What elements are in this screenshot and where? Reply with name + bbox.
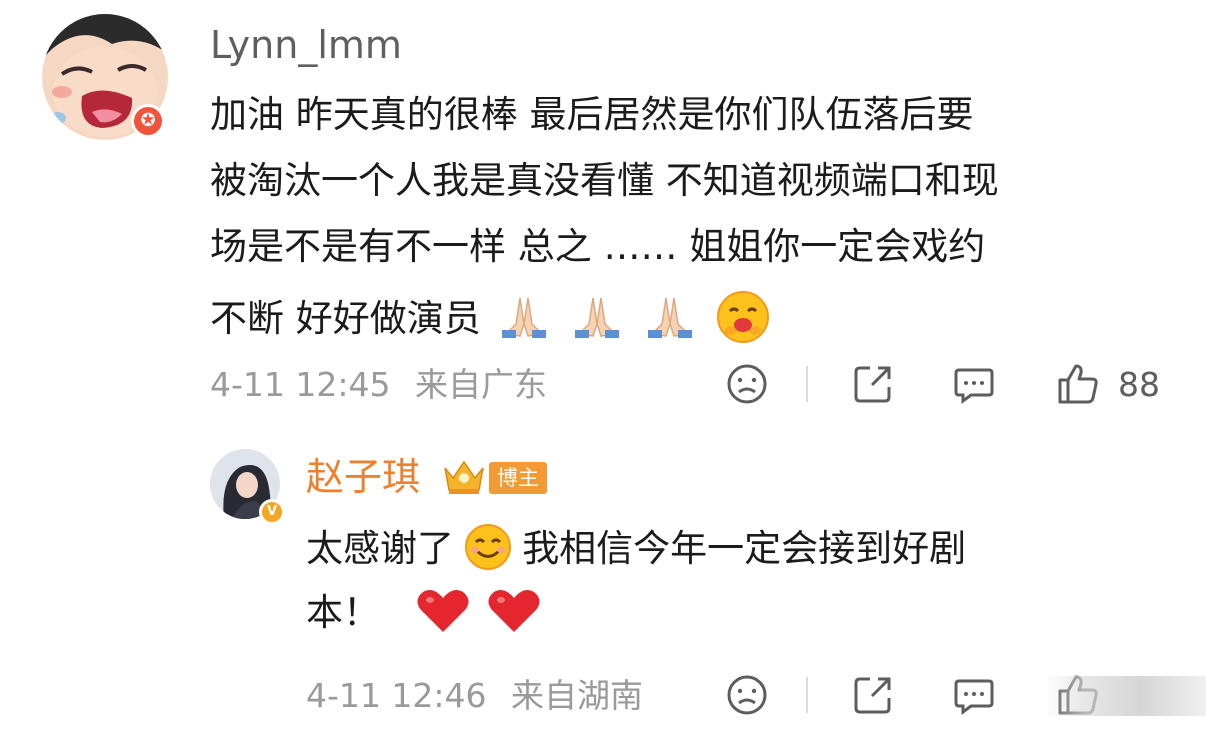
dislike-face-icon[interactable]	[724, 361, 770, 407]
watermark-overlay	[1045, 676, 1206, 716]
pray-emoji	[644, 294, 696, 344]
crown-icon	[441, 456, 487, 496]
verified-badge-icon: V	[259, 499, 285, 525]
comment-location: 来自广东	[415, 365, 547, 404]
reply-text-line-1: 太感谢了	[306, 527, 454, 570]
pray-emoji	[498, 294, 550, 344]
like-count: 88	[1118, 365, 1160, 404]
reply-text-line-1-row: 太感谢了 我相信今年一定会接到好剧	[306, 522, 966, 578]
comment-text-line-2: 被淘汰一个人我是真没看懂 不知道视频端口和现	[210, 159, 999, 202]
red-heart-emoji	[486, 586, 542, 640]
comment-username[interactable]: Lynn_lmm	[210, 22, 402, 68]
red-heart-emoji	[415, 586, 471, 640]
comment-text-line-4-row: 不断 好好做演员	[210, 289, 771, 345]
comment-icon[interactable]	[951, 361, 997, 407]
comment-text-line-1: 加油 昨天真的很棒 最后居然是你们队伍落后要	[210, 93, 974, 136]
comment-date: 4-11 12:45	[210, 365, 391, 404]
reply-text-line-1b: 我相信今年一定会接到好剧	[522, 527, 967, 570]
reply-location: 来自湖南	[511, 676, 643, 715]
dislike-face-icon[interactable]	[724, 672, 770, 718]
share-icon[interactable]	[850, 672, 896, 718]
comment-text-line-4: 不断 好好做演员	[210, 297, 481, 340]
comment-meta: 4-11 12:45 来自广东	[210, 365, 547, 405]
pray-emoji	[571, 294, 623, 344]
reply-meta: 4-11 12:46 来自湖南	[306, 676, 643, 716]
verified-star-badge-icon: ✪	[131, 104, 165, 138]
smiling-face-emoji	[463, 522, 513, 576]
reply-text-line-2-row: 本！	[306, 586, 542, 642]
reply-date: 4-11 12:46	[306, 676, 487, 715]
like-thumb-icon[interactable]	[1055, 361, 1101, 407]
action-divider	[806, 677, 808, 713]
action-divider	[806, 366, 808, 402]
reply-username[interactable]: 赵子琪	[306, 454, 420, 500]
share-icon[interactable]	[850, 361, 896, 407]
comment-icon[interactable]	[951, 672, 997, 718]
blogger-badge: 博主	[489, 462, 547, 494]
reply-text-line-2: 本！	[306, 591, 380, 634]
hugging-face-emoji	[715, 289, 771, 349]
comment-text-line-3: 场是不是有不一样 总之 …… 姐姐你一定会戏约	[210, 225, 986, 268]
